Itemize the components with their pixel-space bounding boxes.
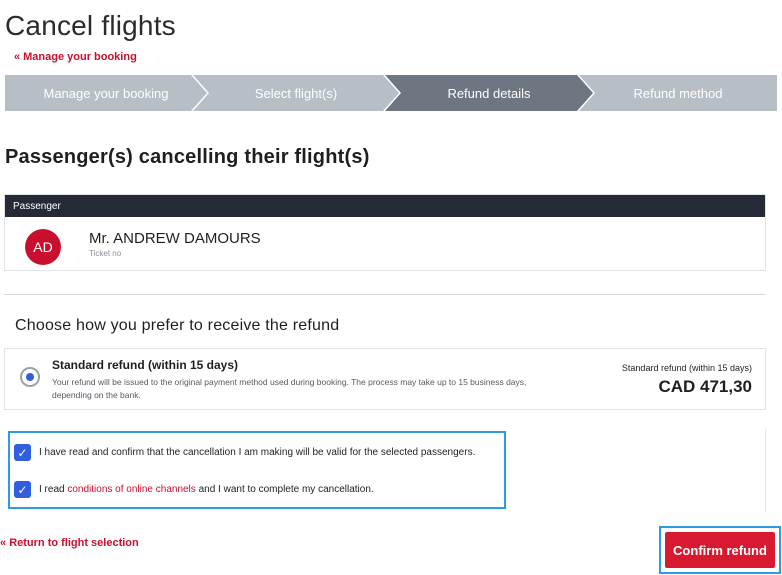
- section-divider: [4, 294, 766, 295]
- terms-confirmation-row[interactable]: ✓ I read conditions of online channels a…: [14, 481, 374, 498]
- passenger-name: Mr. ANDREW DAMOURS: [89, 230, 261, 247]
- step-label: Select flight(s): [254, 85, 338, 101]
- progress-steps: Manage your booking Select flight(s) Ref…: [5, 75, 777, 111]
- step-select-flights: Select flight(s): [193, 75, 399, 111]
- page-title: Cancel flights: [5, 10, 176, 41]
- step-label: Manage your booking: [43, 85, 169, 101]
- return-to-flight-selection-link[interactable]: « Return to flight selection: [0, 537, 139, 549]
- step-refund-method: Refund method: [579, 75, 777, 111]
- confirm-refund-button[interactable]: Confirm refund: [665, 532, 775, 568]
- standard-refund-option[interactable]: Standard refund (within 15 days) Your re…: [4, 348, 766, 410]
- passenger-table-header: Passenger: [5, 195, 765, 217]
- step-refund-details: Refund details: [385, 75, 593, 111]
- passenger-confirmation-checkbox[interactable]: ✓: [14, 444, 31, 461]
- checkmark-icon: ✓: [17, 445, 28, 460]
- step-label: Refund details: [447, 85, 531, 101]
- return-link-label: Return to flight selection: [9, 537, 139, 549]
- avatar: AD: [25, 229, 61, 265]
- ticket-number-label: Ticket no: [89, 249, 122, 258]
- step-label: Refund method: [633, 85, 723, 101]
- online-channels-conditions-link[interactable]: conditions of online channels: [67, 484, 195, 495]
- terms-confirmation-checkbox[interactable]: ✓: [14, 481, 31, 498]
- standard-refund-radio[interactable]: [20, 367, 40, 387]
- refund-option-type-label: Standard refund (within 15 days): [621, 363, 752, 373]
- confirmation-checkboxes: ✓ I have read and confirm that the cance…: [8, 431, 506, 509]
- terms-confirmation-text: I read conditions of online channels and…: [39, 484, 374, 495]
- passengers-section-title: Passenger(s) cancelling their flight(s): [5, 146, 370, 168]
- checkmark-icon: ✓: [17, 482, 28, 497]
- refund-section-title: Choose how you prefer to receive the ref…: [15, 317, 340, 334]
- refund-option-title: Standard refund (within 15 days): [52, 358, 239, 372]
- terms-prefix: I read: [39, 484, 68, 495]
- double-chevron-left-icon: «: [0, 537, 7, 549]
- passenger-table: Passenger AD Mr. ANDREW DAMOURS Ticket n…: [4, 194, 766, 271]
- passenger-confirmation-text: I have read and confirm that the cancell…: [39, 447, 476, 458]
- terms-suffix: and I want to complete my cancellation.: [195, 484, 374, 495]
- manage-booking-link[interactable]: «Manage your booking: [14, 51, 137, 63]
- step-manage-booking: Manage your booking: [5, 75, 207, 111]
- manage-booking-link-label: Manage your booking: [23, 51, 137, 63]
- passenger-confirmation-row[interactable]: ✓ I have read and confirm that the cance…: [14, 444, 475, 461]
- refund-amount: CAD 471,30: [658, 377, 752, 396]
- refund-option-description: Your refund will be issued to the origin…: [52, 377, 527, 400]
- double-chevron-left-icon: «: [14, 51, 21, 63]
